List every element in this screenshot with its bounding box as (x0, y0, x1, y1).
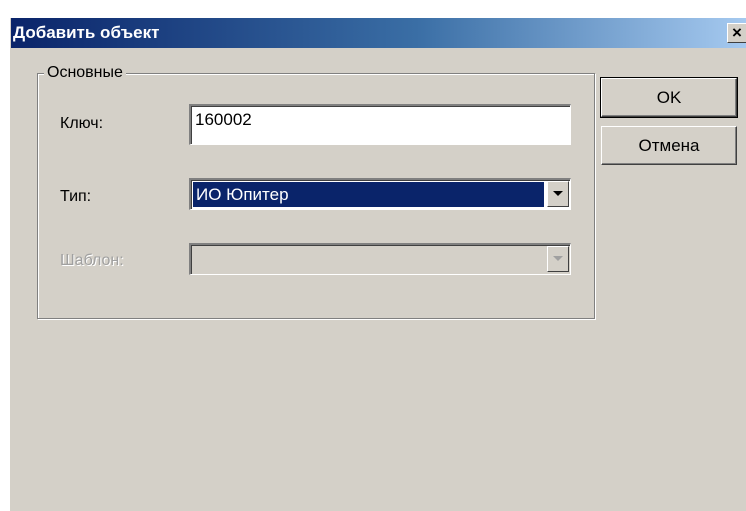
ok-button[interactable]: OK (600, 77, 738, 118)
template-label: Шаблон: (60, 252, 124, 269)
group-legend: Основные (44, 64, 126, 82)
cancel-button-label: Отмена (638, 136, 700, 155)
key-value: 160002 (195, 110, 252, 129)
close-icon: × (732, 23, 742, 42)
type-combobox[interactable]: ИО Юпитер (189, 178, 571, 210)
key-input[interactable]: 160002 (189, 104, 571, 145)
ok-button-label: OK (656, 88, 682, 107)
title-bar[interactable]: Добавить объект × (11, 18, 746, 48)
chevron-down-icon (553, 191, 563, 196)
type-dropdown-button[interactable] (547, 181, 569, 207)
add-object-dialog: Добавить объект × Основные Ключ: 160002 … (10, 18, 746, 511)
close-button[interactable]: × (727, 23, 746, 43)
key-label: Ключ: (60, 115, 104, 132)
type-label: Тип: (60, 188, 92, 205)
template-combobox (189, 243, 571, 275)
template-dropdown-button (547, 246, 569, 272)
chevron-down-icon (553, 256, 563, 261)
dialog-title: Добавить объект (13, 23, 160, 42)
cancel-button[interactable]: Отмена (601, 126, 737, 165)
type-selected-value: ИО Юпитер (193, 182, 544, 207)
